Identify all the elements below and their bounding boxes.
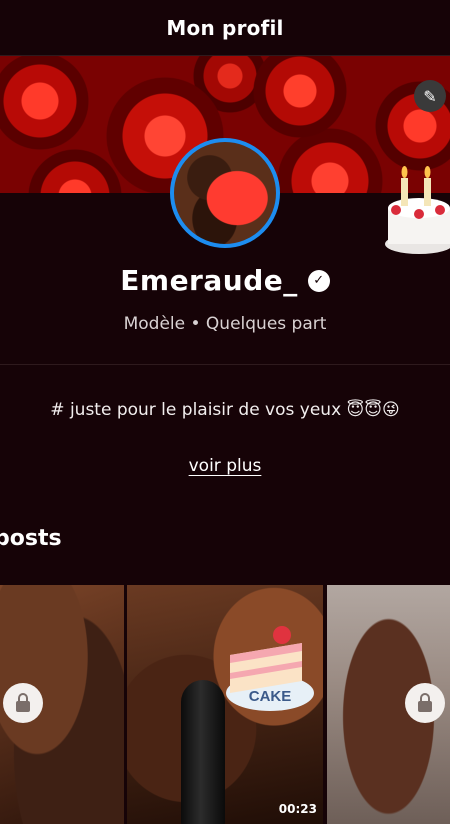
edit-cover-button[interactable]: ✎: [414, 80, 446, 112]
see-more-link[interactable]: voir plus: [189, 456, 262, 476]
see-more-link-wrapper: voir plus: [0, 456, 450, 476]
post-tile[interactable]: CAKE 00:23: [127, 585, 323, 824]
video-duration: 00:23: [278, 802, 317, 816]
divider: [0, 364, 450, 365]
lock-icon: [405, 683, 445, 723]
lock-icon: [3, 683, 43, 723]
posts-title-label: posts: [0, 526, 62, 551]
check-badge-icon: ✓: [307, 269, 330, 292]
top-bar: Mon profil: [0, 0, 450, 56]
cake-sticker: CAKE: [226, 626, 314, 711]
birthday-cake-icon: [385, 166, 450, 254]
post-tile[interactable]: [327, 585, 450, 824]
profile-name: Emeraude_: [120, 264, 298, 297]
sticker-text: CAKE: [249, 688, 292, 705]
page-title: Mon profil: [166, 15, 284, 40]
profile-name-row: Emeraude_ ✓: [0, 264, 450, 297]
profile-bio: # juste pour le plaisir de vos yeux 😇😇😜: [50, 400, 400, 420]
profile-meta: Modèle • Quelques part: [123, 314, 327, 334]
pencil-icon: ✎: [423, 86, 437, 106]
post-tile[interactable]: [0, 585, 124, 824]
posts-section-title: posts: [0, 526, 62, 551]
avatar[interactable]: [170, 138, 280, 248]
posts-grid: CAKE 00:23: [0, 585, 450, 824]
post-media: [181, 680, 225, 824]
